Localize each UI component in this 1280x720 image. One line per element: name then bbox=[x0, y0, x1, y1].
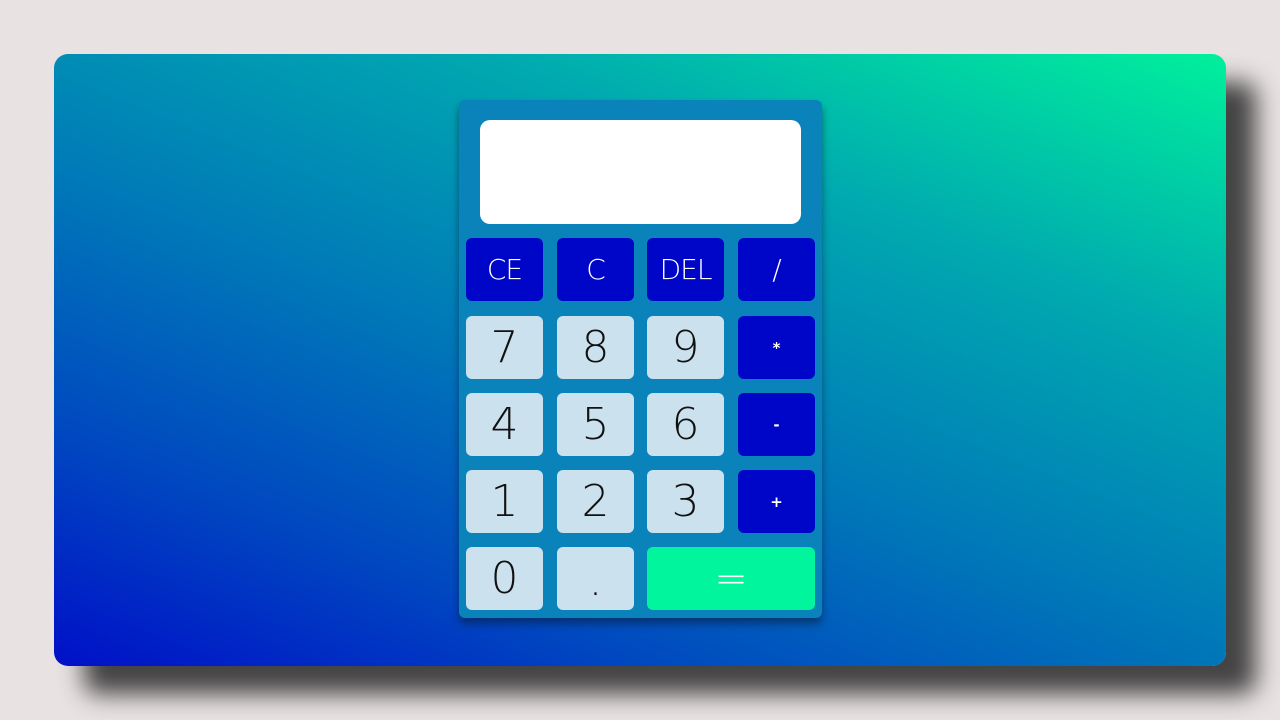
subtract-button[interactable]: - bbox=[738, 393, 815, 456]
delete-button[interactable]: DEL bbox=[647, 238, 724, 301]
digit-1-button[interactable]: 1 bbox=[466, 470, 543, 533]
digit-6-button[interactable]: 6 bbox=[647, 393, 724, 456]
digit-4-button[interactable]: 4 bbox=[466, 393, 543, 456]
digit-3-button[interactable]: 3 bbox=[647, 470, 724, 533]
digit-2-button[interactable]: 2 bbox=[557, 470, 634, 533]
multiply-button[interactable]: * bbox=[738, 316, 815, 379]
divide-button[interactable]: / bbox=[738, 238, 815, 301]
digit-0-button[interactable]: 0 bbox=[466, 547, 543, 610]
clear-entry-button[interactable]: CE bbox=[466, 238, 543, 301]
decimal-point-button[interactable]: . bbox=[557, 547, 634, 610]
clear-button[interactable]: C bbox=[557, 238, 634, 301]
calculator: CE C DEL / 7 8 9 * 4 5 6 - 1 2 3 + 0 . = bbox=[459, 100, 822, 618]
digit-8-button[interactable]: 8 bbox=[557, 316, 634, 379]
calculator-display bbox=[480, 120, 801, 224]
digit-9-button[interactable]: 9 bbox=[647, 316, 724, 379]
digit-5-button[interactable]: 5 bbox=[557, 393, 634, 456]
gradient-background-panel: CE C DEL / 7 8 9 * 4 5 6 - 1 2 3 + 0 . = bbox=[54, 54, 1226, 666]
equals-button[interactable]: = bbox=[647, 547, 815, 610]
digit-7-button[interactable]: 7 bbox=[466, 316, 543, 379]
add-button[interactable]: + bbox=[738, 470, 815, 533]
